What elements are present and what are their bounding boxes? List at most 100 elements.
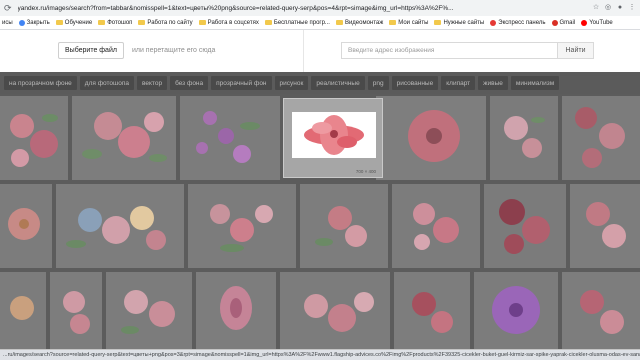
- bookmark-folder[interactable]: Работа по сайту: [138, 20, 193, 26]
- express-icon: [490, 19, 497, 26]
- extension-icon[interactable]: ◎: [604, 4, 612, 12]
- folder-icon: [98, 20, 106, 25]
- bookmark-item[interactable]: Закрыть: [18, 19, 50, 26]
- flower-image: [56, 184, 184, 268]
- image-thumbnail[interactable]: [394, 272, 470, 350]
- flower-image: [196, 272, 276, 350]
- image-thumbnail[interactable]: [56, 184, 184, 268]
- address-url[interactable]: yandex.ru/images/search?from=tabbar&nomi…: [18, 5, 588, 12]
- flower-image: [484, 184, 566, 268]
- image-thumbnail[interactable]: [188, 184, 296, 268]
- drag-hint: или перетащите его сюда: [131, 47, 216, 54]
- bookmark-item[interactable]: исы: [2, 20, 13, 26]
- choose-file-button[interactable]: Выберите файл: [58, 42, 124, 59]
- flower-image: [300, 184, 388, 268]
- tag-item[interactable]: клипарт: [441, 76, 476, 90]
- flower-image: [392, 184, 480, 268]
- bookmarks-bar: исы Закрыть Обучение Фотошоп Работа по с…: [0, 16, 640, 30]
- image-size-label: 700 × 400: [355, 169, 376, 174]
- find-button[interactable]: Найти: [558, 42, 594, 59]
- tag-item[interactable]: без фона: [170, 76, 209, 90]
- bookmark-item[interactable]: YouTube: [581, 19, 613, 26]
- flower-image: [562, 272, 640, 350]
- hovered-image-card[interactable]: 700 × 400: [283, 98, 383, 178]
- image-thumbnail[interactable]: [490, 96, 558, 180]
- bookmark-folder[interactable]: Мои сайты: [389, 20, 428, 26]
- image-thumbnail[interactable]: [392, 184, 480, 268]
- flower-image: [570, 184, 640, 268]
- tag-item[interactable]: на прозрачном фоне: [4, 76, 77, 90]
- tag-item[interactable]: рисунок: [274, 76, 309, 90]
- image-thumbnail[interactable]: [0, 96, 68, 180]
- flower-image: [188, 184, 296, 268]
- tag-item[interactable]: png: [367, 76, 389, 90]
- star-icon[interactable]: ☆: [592, 4, 600, 12]
- flower-image: [180, 96, 280, 180]
- image-thumbnail[interactable]: [180, 96, 280, 180]
- image-thumbnail[interactable]: [196, 272, 276, 350]
- tag-item[interactable]: вектор: [137, 76, 168, 90]
- image-thumbnail[interactable]: [562, 272, 640, 350]
- flower-image: [394, 272, 470, 350]
- folder-icon: [264, 20, 272, 25]
- flower-image: [0, 272, 46, 350]
- reload-icon[interactable]: ⟳: [4, 3, 12, 14]
- red-lily-image: [292, 112, 376, 158]
- gmail-icon: [551, 19, 558, 26]
- image-thumbnail[interactable]: [376, 96, 486, 180]
- folder-icon: [389, 20, 397, 25]
- image-thumbnail[interactable]: [300, 184, 388, 268]
- bookmark-folder[interactable]: Фотошоп: [98, 20, 132, 26]
- folder-icon: [138, 20, 146, 25]
- bookmark-folder[interactable]: Бесплатные прогр...: [264, 20, 330, 26]
- image-thumbnail[interactable]: [72, 96, 176, 180]
- image-search-panel: Выберите файл или перетащите его сюда Вв…: [0, 30, 640, 72]
- related-tags: на прозрачном фоне для фотошопа вектор б…: [0, 72, 640, 94]
- folder-icon: [335, 20, 343, 25]
- flower-image: [0, 96, 68, 180]
- bookmark-folder[interactable]: Обучение: [55, 20, 92, 26]
- bookmark-folder[interactable]: Нужные сайты: [434, 20, 484, 26]
- flower-image: [72, 96, 176, 180]
- folder-icon: [434, 20, 442, 25]
- tag-item[interactable]: минимализм: [510, 76, 560, 90]
- flower-image: [376, 96, 486, 180]
- file-upload-area[interactable]: Выберите файл или перетащите его сюда: [58, 42, 215, 59]
- image-thumbnail[interactable]: [0, 272, 46, 350]
- app-icon: [18, 19, 25, 26]
- image-thumbnail[interactable]: [106, 272, 192, 350]
- image-url-input[interactable]: Введите адрес изображения: [341, 42, 558, 59]
- image-thumbnail[interactable]: [0, 184, 52, 268]
- menu-icon[interactable]: ⋮: [628, 4, 636, 12]
- image-thumbnail[interactable]: [570, 184, 640, 268]
- hovered-image[interactable]: [292, 112, 376, 158]
- image-thumbnail[interactable]: [50, 272, 102, 350]
- tag-item[interactable]: для фотошопа: [79, 76, 135, 90]
- image-thumbnail[interactable]: [484, 184, 566, 268]
- bookmark-folder[interactable]: Видеомонтаж: [335, 20, 383, 26]
- folder-icon: [55, 20, 63, 25]
- bookmark-item[interactable]: Экспресс панель: [490, 19, 546, 26]
- image-thumbnail[interactable]: [280, 272, 390, 350]
- flower-image: [562, 96, 640, 180]
- flower-image: [280, 272, 390, 350]
- tag-item[interactable]: реалистичные: [311, 76, 365, 90]
- image-thumbnail[interactable]: [474, 272, 558, 350]
- image-thumbnail[interactable]: [562, 96, 640, 180]
- flower-image: [490, 96, 558, 180]
- profile-icon[interactable]: ●: [616, 4, 624, 12]
- tag-item[interactable]: прозрачный фон: [211, 76, 272, 90]
- flower-image: [50, 272, 102, 350]
- tag-item[interactable]: рисованные: [391, 76, 439, 90]
- bookmark-item[interactable]: Gmail: [551, 19, 575, 26]
- youtube-icon: [581, 19, 588, 26]
- flower-image: [106, 272, 192, 350]
- bookmark-folder[interactable]: Работа в соцсетях: [198, 20, 259, 26]
- panel-divider: [303, 30, 304, 72]
- address-bar[interactable]: ⟳ yandex.ru/images/search?from=tabbar&no…: [0, 0, 640, 16]
- folder-icon: [198, 20, 206, 25]
- tag-item[interactable]: живые: [478, 76, 508, 90]
- status-bar-url: ...ru/images/search?source=related-query…: [0, 349, 640, 360]
- flower-image: [474, 272, 558, 350]
- flower-image: [0, 184, 52, 268]
